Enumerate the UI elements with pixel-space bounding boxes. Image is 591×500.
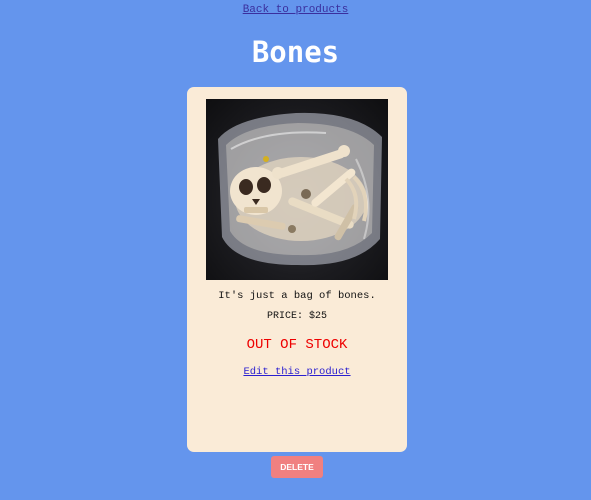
delete-button[interactable]: DELETE — [271, 456, 323, 478]
product-image — [206, 99, 388, 280]
product-card: It's just a bag of bones. PRICE: $25 OUT… — [187, 87, 407, 452]
back-to-products-link[interactable]: Back to products — [0, 3, 591, 17]
edit-product-link[interactable]: Edit this product — [187, 366, 407, 379]
product-description: It's just a bag of bones. — [218, 290, 376, 302]
page-title: Bones — [251, 35, 340, 69]
product-price: PRICE: $25 — [266, 311, 327, 322]
stock-status: OUT OF STOCK — [246, 337, 348, 353]
